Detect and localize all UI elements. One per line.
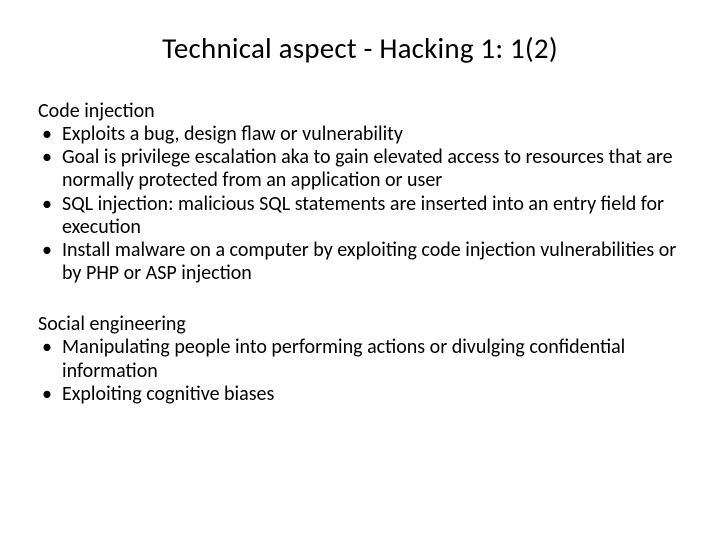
list-item: Install malware on a computer by exploit…: [38, 239, 682, 285]
list-item: Goal is privilege escalation aka to gain…: [38, 146, 682, 192]
list-item: Exploiting cognitive biases: [38, 383, 682, 406]
section-heading-1: Code injection: [38, 100, 682, 123]
list-item: SQL injection: malicious SQL statements …: [38, 193, 682, 239]
slide-title: Technical aspect - Hacking 1: 1(2): [38, 30, 682, 66]
section-heading-2: Social engineering: [38, 313, 682, 336]
list-item: Manipulating people into performing acti…: [38, 336, 682, 382]
list-item: Exploits a bug, design flaw or vulnerabi…: [38, 123, 682, 146]
slide: Technical aspect - Hacking 1: 1(2) Code …: [0, 0, 720, 540]
bullet-list-1: Exploits a bug, design flaw or vulnerabi…: [38, 123, 682, 285]
bullet-list-2: Manipulating people into performing acti…: [38, 336, 682, 406]
